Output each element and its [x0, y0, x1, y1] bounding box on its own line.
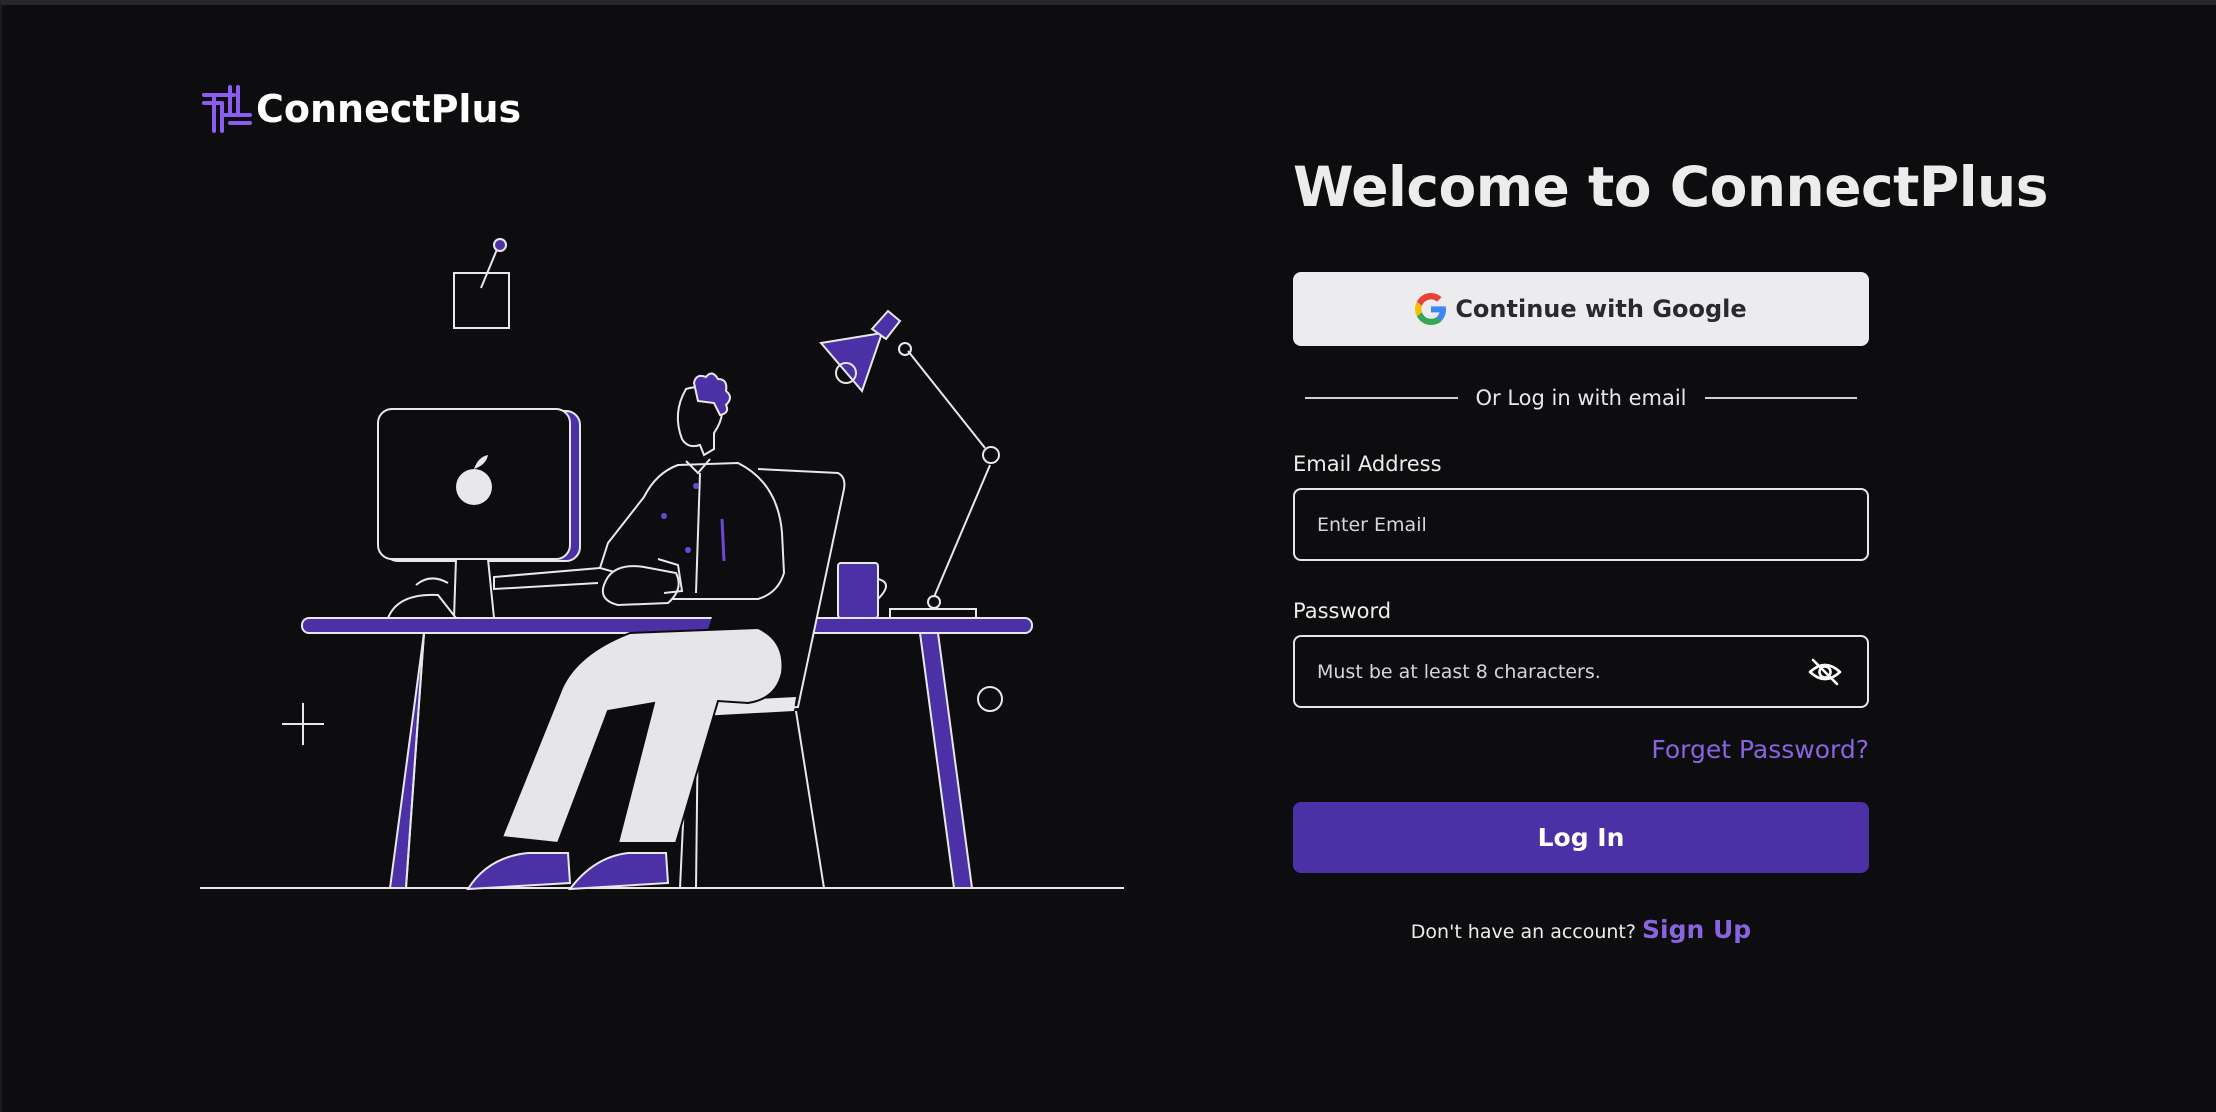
- continue-with-google-button[interactable]: Continue with Google: [1293, 272, 1869, 346]
- google-button-label: Continue with Google: [1455, 295, 1747, 323]
- password-input[interactable]: [1317, 637, 1787, 706]
- google-icon: [1415, 293, 1447, 325]
- email-label: Email Address: [1293, 452, 1442, 476]
- log-in-button[interactable]: Log In: [1293, 802, 1869, 873]
- signup-prompt-text: Don't have an account?: [1410, 921, 1636, 943]
- password-field-box[interactable]: [1293, 635, 1869, 708]
- email-input[interactable]: [1317, 490, 1787, 559]
- divider-line-right: [1704, 397, 1858, 399]
- sign-up-link[interactable]: Sign Up: [1642, 915, 1751, 944]
- connectplus-logo-icon: [202, 85, 252, 133]
- login-page: ConnectPlus Welcome to ConnectPlus Conti…: [0, 0, 2216, 1112]
- brand-name: ConnectPlus: [256, 87, 522, 131]
- signup-prompt-row: Don't have an account? Sign Up: [1293, 915, 1869, 944]
- brand-logo[interactable]: ConnectPlus: [200, 83, 521, 135]
- login-form: Welcome to ConnectPlus Continue with Goo…: [1293, 155, 2048, 944]
- eye-off-icon[interactable]: [1807, 657, 1843, 687]
- password-label: Password: [1293, 599, 1392, 623]
- forget-password-link[interactable]: Forget Password?: [1651, 735, 1869, 764]
- email-field-box[interactable]: [1293, 488, 1869, 561]
- person-at-desk-illustration: [200, 238, 1124, 891]
- page-title: Welcome to ConnectPlus: [1293, 155, 2048, 219]
- divider-line-left: [1305, 397, 1458, 399]
- divider-text: Or Log in with email: [1475, 386, 1687, 410]
- email-login-divider: Or Log in with email: [1305, 383, 1858, 413]
